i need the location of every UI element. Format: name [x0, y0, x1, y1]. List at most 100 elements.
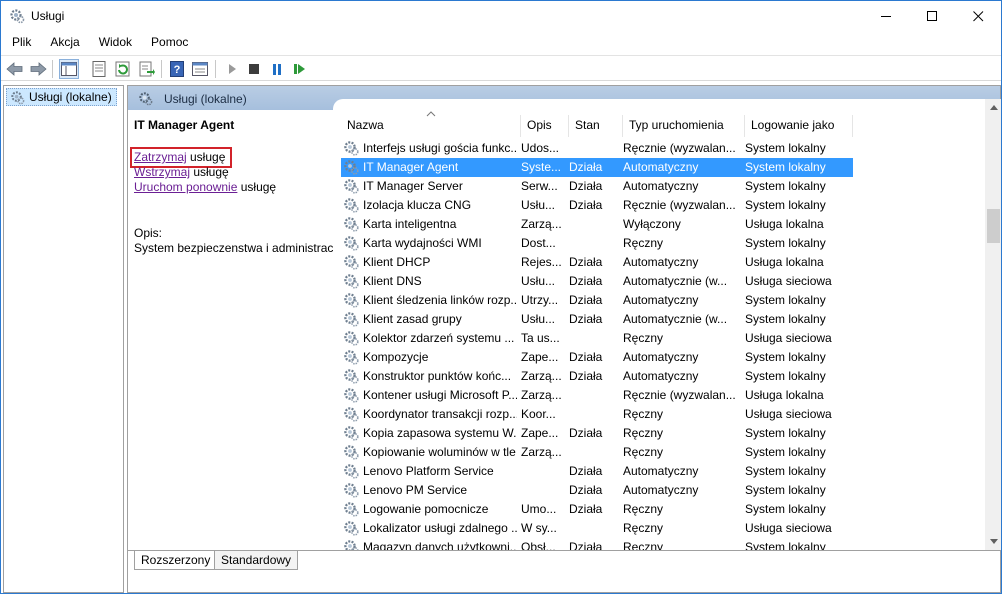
cell-status: Działa: [569, 255, 603, 269]
service-gear-icon: [344, 407, 359, 422]
scroll-up-button[interactable]: [985, 99, 1001, 116]
forward-button[interactable]: [28, 59, 48, 79]
tab-standard[interactable]: Standardowy: [214, 551, 299, 570]
stop-service-link[interactable]: Zatrzymaj: [134, 150, 187, 164]
cell-name: Kopiowanie woluminów w tle: [363, 445, 516, 459]
service-gear-icon: [344, 502, 359, 517]
cell-startup-type: Automatyczny: [623, 255, 699, 269]
service-row[interactable]: Karta wydajności WMI Dost... Ręczny System …: [341, 234, 853, 253]
stop-service-button[interactable]: [244, 59, 264, 79]
service-row[interactable]: Kopiowanie woluminów w tle Zarzą... Ręczny…: [341, 443, 853, 462]
cell-log-on-as: Usługa lokalna: [745, 217, 824, 231]
cell-startup-type: Ręczny: [623, 540, 664, 550]
service-row[interactable]: Kompozycje Zape... Działa Automatyczny Syste…: [341, 348, 853, 367]
service-row[interactable]: Interfejs usługi gościa funkc... Udos... R…: [341, 139, 853, 158]
tree-item-label: Usługi (lokalne): [29, 90, 112, 104]
cell-log-on-as: System lokalny: [745, 483, 826, 497]
column-header-name[interactable]: Nazwa: [341, 115, 521, 137]
pause-service-icon: [273, 63, 281, 75]
tab-extended[interactable]: Rozszerzony: [134, 551, 218, 570]
start-service-button[interactable]: [222, 59, 242, 79]
cell-description: Zape...: [521, 426, 559, 440]
help-icon: ?: [170, 61, 184, 77]
menu-action[interactable]: Akcja: [39, 33, 87, 53]
service-row[interactable]: Klient DHCP Rejes... Działa Automatyczny Usł…: [341, 253, 853, 272]
view-button[interactable]: [190, 59, 210, 79]
service-row[interactable]: Klient zasad grupy Usłu... Działa Automatyc…: [341, 310, 853, 329]
show-hide-console-tree-button[interactable]: [59, 59, 79, 79]
service-gear-icon: [344, 331, 359, 346]
services-list[interactable]: Nazwa Opis Stan Typ uruchomienia Logowan…: [333, 99, 985, 550]
restart-service-link[interactable]: Uruchom ponownie: [134, 180, 237, 194]
service-row[interactable]: Kolektor zdarzeń systemu ... Ta us... Ręcz…: [341, 329, 853, 348]
column-header-log-on-as[interactable]: Logowanie jako: [745, 115, 853, 137]
service-row[interactable]: Logowanie pomocnicze Umo... Działa Ręczny Sy…: [341, 500, 853, 519]
service-row[interactable]: Lokalizator usługi zdalnego ... W sy... Rę…: [341, 519, 853, 538]
cell-log-on-as: System lokalny: [745, 160, 826, 174]
cell-log-on-as: System lokalny: [745, 350, 826, 364]
minimize-button[interactable]: [863, 1, 909, 31]
service-row[interactable]: Kopia zapasowa systemu W... Zape... Działa…: [341, 424, 853, 443]
column-header-startup-type[interactable]: Typ uruchomienia: [623, 115, 745, 137]
service-gear-icon: [344, 521, 359, 536]
cell-startup-type: Ręczny: [623, 426, 664, 440]
service-gear-icon: [344, 179, 359, 194]
service-row[interactable]: Izolacja klucza CNG Usłu... Działa Ręcznie …: [341, 196, 853, 215]
cell-status: Działa: [569, 293, 603, 307]
menu-file[interactable]: Plik: [1, 33, 39, 53]
cell-status: Działa: [569, 350, 603, 364]
column-header-status[interactable]: Stan: [569, 115, 623, 137]
cell-status: Działa: [569, 483, 603, 497]
properties-icon: [92, 61, 106, 77]
cell-log-on-as: System lokalny: [745, 464, 826, 478]
cell-log-on-as: System lokalny: [745, 540, 826, 550]
service-gear-icon: [344, 293, 359, 308]
chevron-down-icon: [989, 539, 998, 544]
column-header-description[interactable]: Opis: [521, 115, 569, 137]
vertical-scrollbar[interactable]: [985, 99, 1001, 550]
cell-description: Koor...: [521, 407, 556, 421]
service-row[interactable]: Lenovo Platform Service Działa Automatyczn…: [341, 462, 853, 481]
close-button[interactable]: [955, 1, 1001, 31]
cell-name: Kompozycje: [363, 350, 429, 364]
service-row[interactable]: Karta inteligentna Zarzą... Wyłączony Usług…: [341, 215, 853, 234]
menu-bar: Plik Akcja Widok Pomoc: [1, 33, 1001, 53]
service-gear-icon: [344, 369, 359, 384]
service-row[interactable]: Lenovo PM Service Działa Automatyczny Syste…: [341, 481, 853, 500]
menu-view[interactable]: Widok: [88, 33, 140, 53]
cell-log-on-as: System lokalny: [745, 179, 826, 193]
cell-description: Dost...: [521, 236, 556, 250]
scroll-thumb[interactable]: [987, 209, 1000, 243]
title-bar[interactable]: Usługi: [1, 1, 1001, 31]
pause-service-button[interactable]: [267, 59, 287, 79]
tree-item-services-local[interactable]: Usługi (lokalne): [6, 88, 117, 106]
service-row[interactable]: IT Manager Agent Syste... Działa Automatycz…: [341, 158, 853, 177]
services-window: Usługi Plik Akcja Widok Pomoc ? Usługi (…: [0, 0, 1002, 594]
restart-service-button[interactable]: [290, 59, 310, 79]
service-row[interactable]: Kontener usługi Microsoft P... Zarzą... Rę…: [341, 386, 853, 405]
service-row[interactable]: IT Manager Server Serw... Działa Automatycz…: [341, 177, 853, 196]
refresh-button[interactable]: [113, 59, 133, 79]
back-button[interactable]: [5, 59, 25, 79]
cell-description: Zape...: [521, 350, 559, 364]
service-row[interactable]: Konstruktor punktów końc... Zarzą... Dział…: [341, 367, 853, 386]
service-gear-icon: [344, 160, 359, 175]
cell-description: Zarzą...: [521, 388, 562, 402]
service-row[interactable]: Klient DNS Usłu... Działa Automatycznie (w.…: [341, 272, 853, 291]
cell-name: Konstruktor punktów końc...: [363, 369, 512, 383]
service-row[interactable]: Klient śledzenia linków rozp... Utrzy... D…: [341, 291, 853, 310]
console-tree-icon: [61, 62, 77, 76]
service-gear-icon: [344, 274, 359, 289]
menu-help[interactable]: Pomoc: [140, 33, 196, 53]
maximize-button[interactable]: [909, 1, 955, 31]
cell-status: Działa: [569, 160, 603, 174]
service-gear-icon: [344, 255, 359, 270]
properties-button[interactable]: [89, 59, 109, 79]
scroll-down-button[interactable]: [985, 533, 1001, 550]
pause-service-link[interactable]: Wstrzymaj: [134, 165, 190, 179]
cell-name: IT Manager Server: [363, 179, 463, 193]
service-row[interactable]: Koordynator transakcji rozp... Koor... Ręc…: [341, 405, 853, 424]
export-list-button[interactable]: [137, 59, 157, 79]
service-row[interactable]: Magazyn danych użytkowni... Obsł... Działa…: [341, 538, 853, 550]
help-button[interactable]: ?: [167, 59, 187, 79]
